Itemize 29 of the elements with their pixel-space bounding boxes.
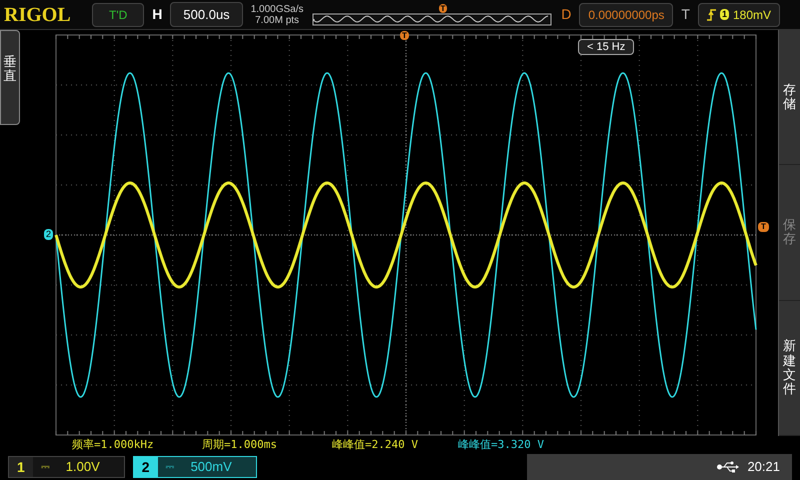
channel-button[interactable]: 2 ⎓ 500mV bbox=[132, 456, 257, 478]
delay-value[interactable]: 0.00000000ps bbox=[579, 2, 674, 26]
frequency-badge: < 15 Hz bbox=[578, 39, 634, 55]
trigger-source-badge: 1 bbox=[720, 9, 729, 20]
vertical-tab[interactable]: 垂直 bbox=[0, 30, 20, 125]
usb-icon bbox=[717, 461, 740, 473]
clock-time: 20:21 bbox=[747, 458, 780, 476]
trigger-label: T bbox=[681, 5, 690, 24]
timebase-value[interactable]: 500.0us bbox=[170, 2, 243, 28]
trigger-settings[interactable]: 1 180mV bbox=[698, 2, 780, 26]
trigger-level-marker[interactable]: T bbox=[758, 222, 769, 232]
measurement-readout: 频率=1.000kHz bbox=[72, 436, 155, 453]
sample-rate: 1.000GSa/s bbox=[250, 4, 304, 14]
memory-depth: 7.00M pts bbox=[255, 14, 300, 26]
channel-offset-marker[interactable]: 2 bbox=[44, 229, 54, 240]
trigger-level: 180mV bbox=[732, 6, 771, 24]
rising-edge-icon bbox=[706, 8, 716, 20]
trigger-time-marker[interactable]: T bbox=[400, 31, 409, 40]
trigger-position-marker[interactable]: T bbox=[438, 4, 448, 12]
menu-item[interactable]: 新建文件 bbox=[779, 300, 800, 436]
measurement-readout: 峰峰值=2.240 V bbox=[332, 436, 419, 453]
channel-button[interactable]: 1 ⎓ 1.00V bbox=[8, 456, 125, 478]
delay-label: D bbox=[561, 5, 572, 24]
horizontal-label: H bbox=[152, 5, 162, 24]
mode-indicator[interactable]: T'D bbox=[92, 2, 144, 26]
measurement-readout: 峰峰值=3.320 V bbox=[458, 436, 545, 453]
measurement-readout: 周期=1.000ms bbox=[202, 436, 278, 453]
menu-item[interactable]: 存储 bbox=[779, 30, 800, 166]
brand-logo: RIGOL bbox=[4, 2, 72, 28]
